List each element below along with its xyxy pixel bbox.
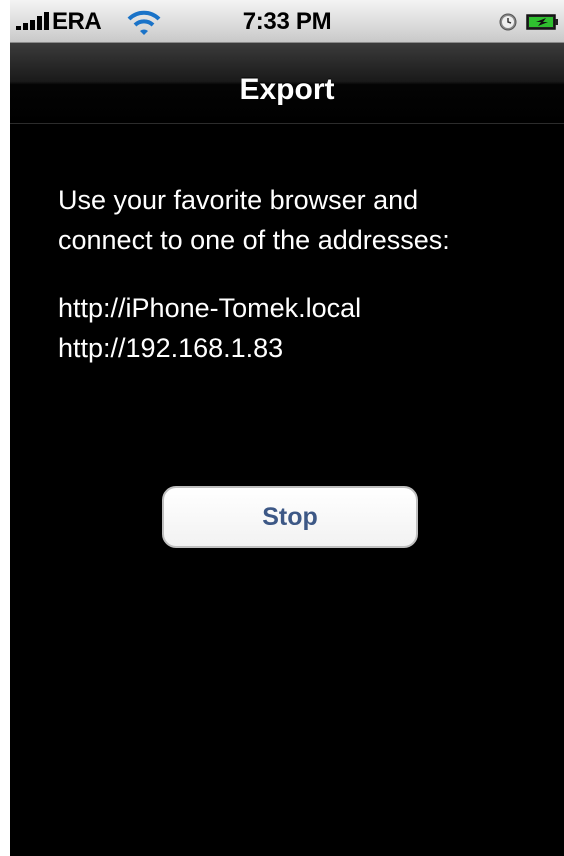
- status-time: 7:33 PM: [242, 8, 332, 35]
- instruction-line: connect to one of the addresses:: [58, 225, 450, 255]
- address-item: http://192.168.1.83: [58, 333, 284, 363]
- phone-screen: ERA 7:33 PM Export Use your favorite bro…: [10, 0, 564, 856]
- instruction-line: Use your favorite browser and: [58, 185, 419, 215]
- alarm-icon: [499, 13, 517, 31]
- address-list: http://iPhone-Tomek.local http://192.168…: [58, 288, 558, 368]
- instructions-text: Use your favorite browser and connect to…: [58, 180, 558, 260]
- battery-charging-icon: [526, 14, 558, 30]
- page-title: Export: [239, 73, 335, 106]
- stop-button[interactable]: Stop: [162, 486, 418, 548]
- navigation-bar: Export: [10, 43, 564, 124]
- address-item: http://iPhone-Tomek.local: [58, 293, 362, 323]
- status-bar: ERA 7:33 PM: [10, 0, 564, 43]
